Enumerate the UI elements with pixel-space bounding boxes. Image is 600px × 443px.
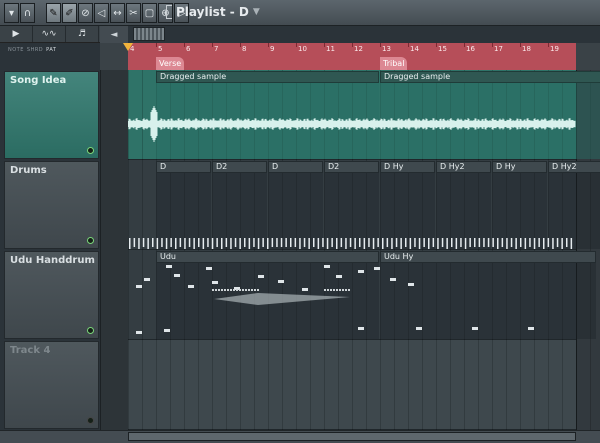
bar-tick xyxy=(352,43,353,47)
track-enable-led[interactable] xyxy=(87,327,94,334)
bar-number: 17 xyxy=(494,45,503,53)
clip-label[interactable]: Dragged sample xyxy=(156,71,379,83)
track-name: Drums xyxy=(10,165,47,176)
mute-icon: ◁ xyxy=(97,7,106,19)
bar-number: 13 xyxy=(382,45,391,53)
clip-label[interactable]: D xyxy=(268,161,323,173)
clip-label[interactable]: D xyxy=(156,161,211,173)
paint-tool-button[interactable]: ✐ xyxy=(62,3,77,23)
track-view-toggles: ▶ ∿∿ ♬ xyxy=(0,26,100,43)
clip-label[interactable]: D2 xyxy=(324,161,379,173)
drum-hits xyxy=(129,238,573,249)
bar-number: 16 xyxy=(466,45,475,53)
bar-number: 8 xyxy=(242,45,247,53)
draw-tool-button[interactable]: ✎ xyxy=(46,3,61,23)
bar-number: 5 xyxy=(158,45,163,53)
mode-labels: NOTE SHRD PAT xyxy=(8,47,56,53)
bar-tick xyxy=(156,43,157,47)
bar-number: 6 xyxy=(186,45,191,53)
mute-tool-button[interactable]: ◁ xyxy=(94,3,109,23)
section-marker[interactable]: Verse xyxy=(156,57,185,70)
clip-label[interactable]: D Hy2 xyxy=(548,161,600,173)
bar-number: 7 xyxy=(214,45,219,53)
bar-number: 19 xyxy=(550,45,559,53)
bar-tick xyxy=(464,43,465,47)
eraser-icon: ⊘ xyxy=(81,7,90,19)
track-enable-led[interactable] xyxy=(87,147,94,154)
bar-number: 11 xyxy=(326,45,335,53)
brush-icon: ✐ xyxy=(65,7,74,19)
playlist-title-text: Playlist - D xyxy=(176,5,249,19)
bar-tick xyxy=(380,43,381,47)
track-enable-led[interactable] xyxy=(87,237,94,244)
track-name: Udu Handdrum xyxy=(10,255,95,266)
tool-group: ▾ ∩ ✎ ✐ ⊘ ◁ ↔ ✂ ▢ ⊕ ▷ xyxy=(4,3,190,23)
bar-tick xyxy=(212,43,213,47)
bar-tick xyxy=(436,43,437,47)
clip-label[interactable]: Udu Hy xyxy=(380,251,596,263)
mode-pat[interactable]: PAT xyxy=(46,47,56,53)
audio-view-button[interactable]: ∿∿ xyxy=(33,26,66,42)
bar-tick xyxy=(520,43,521,47)
zoom-scroll-handle[interactable] xyxy=(133,27,165,41)
slip-icon: ↔ xyxy=(113,7,122,19)
bar-number: 15 xyxy=(438,45,447,53)
playhead-marker[interactable] xyxy=(123,43,133,51)
bar-number: 12 xyxy=(354,45,363,53)
track-name: Song Idea xyxy=(10,75,67,86)
audio-waveform xyxy=(128,106,576,142)
ruler-gutter-right xyxy=(576,43,600,70)
bar-tick xyxy=(184,43,185,47)
bar-tick xyxy=(492,43,493,47)
mode-shrd[interactable]: SHRD xyxy=(27,47,43,53)
delete-tool-button[interactable]: ⊘ xyxy=(78,3,93,23)
section-marker[interactable]: Tribal xyxy=(380,57,408,70)
bar-tick xyxy=(408,43,409,47)
scroll-left-button[interactable]: ◄ xyxy=(100,26,128,43)
clip-label[interactable]: D2 xyxy=(212,161,267,173)
horizontal-scrollbar[interactable] xyxy=(128,432,576,441)
select-icon: ▢ xyxy=(144,7,155,19)
pattern-view-button[interactable]: ♬ xyxy=(66,26,99,42)
clip-label[interactable]: Dragged sample xyxy=(380,71,600,83)
bar-tick xyxy=(548,43,549,47)
track-gutter xyxy=(100,70,128,430)
snap-magnet-button[interactable]: ∩ xyxy=(20,3,35,23)
slice-tool-button[interactable]: ✂ xyxy=(126,3,141,23)
bracket-icon xyxy=(166,5,172,19)
bar-number: 14 xyxy=(410,45,419,53)
bar-tick xyxy=(296,43,297,47)
clip-label[interactable]: Udu xyxy=(156,251,379,263)
udu-note-pattern xyxy=(136,265,534,334)
clip-label[interactable]: D Hy xyxy=(492,161,547,173)
playlist-titlebar: ▾ ∩ ✎ ✐ ⊘ ◁ ↔ ✂ ▢ ⊕ ▷ Playlist - D ▼ xyxy=(0,0,600,26)
options-icon: ▾ xyxy=(8,7,15,19)
track-name: Track 4 xyxy=(10,345,51,356)
bar-tick xyxy=(268,43,269,47)
clip-label[interactable]: D Hy xyxy=(380,161,435,173)
bar-tick xyxy=(240,43,241,47)
track-header[interactable]: Track 4 xyxy=(4,341,99,429)
pencil-icon: ✎ xyxy=(49,7,58,19)
timeline-ruler[interactable]: 456789101112131415161718192021VerseTriba… xyxy=(128,43,587,70)
options-menu-button[interactable]: ▾ xyxy=(4,3,19,23)
track-header[interactable]: Song Idea xyxy=(4,71,99,159)
chevron-down-icon[interactable]: ▼ xyxy=(253,7,260,17)
select-tool-button[interactable]: ▢ xyxy=(142,3,157,23)
bar-number: 10 xyxy=(298,45,307,53)
slip-tool-button[interactable]: ↔ xyxy=(110,3,125,23)
mode-note[interactable]: NOTE xyxy=(8,47,24,53)
bar-tick xyxy=(324,43,325,47)
playlist-title[interactable]: Playlist - D ▼ xyxy=(166,5,260,19)
clip-label[interactable]: D Hy2 xyxy=(436,161,491,173)
track-enable-led[interactable] xyxy=(87,417,94,424)
magnet-icon: ∩ xyxy=(23,7,32,19)
bar-number: 18 xyxy=(522,45,531,53)
track-header[interactable]: Udu Handdrum xyxy=(4,251,99,339)
bar-number: 9 xyxy=(270,45,275,53)
play-view-button[interactable]: ▶ xyxy=(0,26,33,42)
track-header[interactable]: Drums xyxy=(4,161,99,249)
knife-icon: ✂ xyxy=(129,7,138,19)
